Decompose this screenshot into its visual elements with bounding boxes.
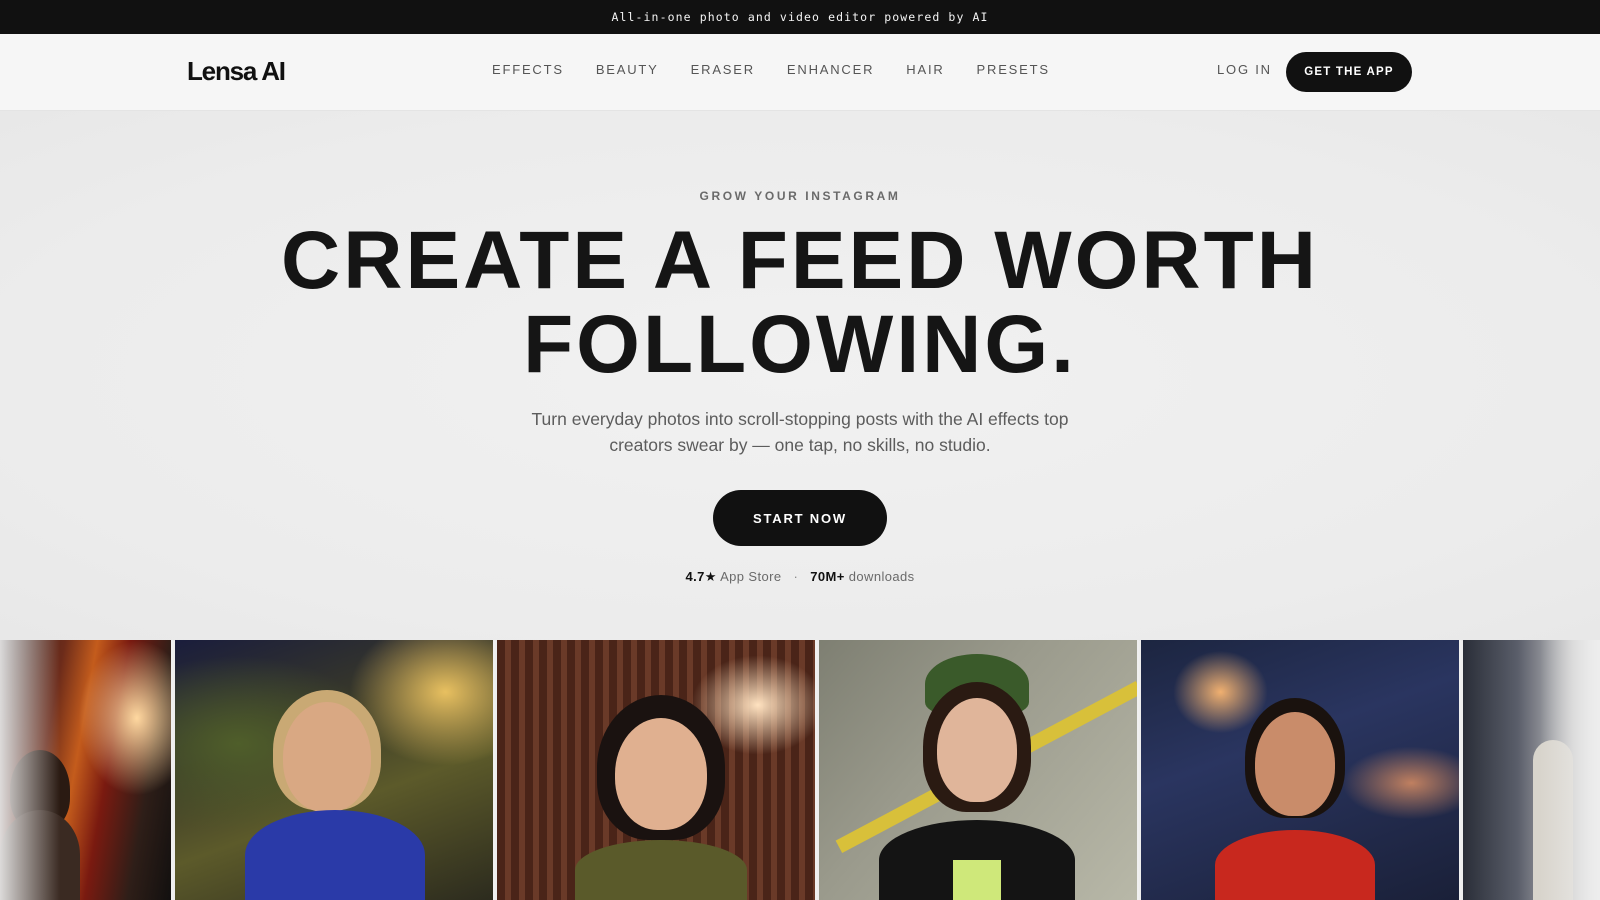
- stats-separator: ·: [793, 569, 799, 584]
- photo-subject-body: [575, 840, 747, 900]
- nav-link-eraser[interactable]: ERASER: [691, 62, 755, 77]
- rating-value: 4.7★: [685, 569, 717, 584]
- headline-line-1: CREATE A FEED WORTH: [281, 215, 1319, 306]
- navbar: Lensa AI EFFECTS BEAUTY ERASER ENHANCER …: [0, 34, 1600, 111]
- downloads-value: 70M+: [810, 569, 845, 584]
- nav-link-presets[interactable]: PRESETS: [977, 62, 1050, 77]
- hero-section: GROW YOUR INSTAGRAM CREATE A FEED WORTH …: [0, 111, 1600, 641]
- photo-subject-body: [1215, 830, 1375, 900]
- get-app-button[interactable]: GET THE APP: [1286, 52, 1412, 92]
- shirt-print: [953, 860, 1001, 900]
- photo-subject-face: [615, 718, 707, 830]
- photo-subject-face: [937, 698, 1017, 802]
- headline-line-2: FOLLOWING.: [523, 299, 1077, 390]
- gallery-photo-5: [1141, 640, 1461, 900]
- photo-subject-face: [283, 702, 371, 812]
- announcement-text: All-in-one photo and video editor powere…: [611, 10, 989, 24]
- announcement-bar: All-in-one photo and video editor powere…: [0, 0, 1600, 34]
- photo-subject-face: [1255, 712, 1335, 816]
- hero-headline: CREATE A FEED WORTH FOLLOWING.: [0, 219, 1600, 387]
- logo[interactable]: Lensa AI: [187, 56, 286, 87]
- downloads-label: downloads: [848, 569, 915, 584]
- photo-subject-body: [245, 810, 425, 900]
- nav-link-enhancer[interactable]: ENHANCER: [787, 62, 874, 77]
- hero-eyebrow: GROW YOUR INSTAGRAM: [699, 189, 901, 203]
- nav-links: EFFECTS BEAUTY ERASER ENHANCER HAIR PRES…: [492, 62, 1050, 77]
- gallery-photo-2: [175, 640, 495, 900]
- nav-link-beauty[interactable]: BEAUTY: [596, 62, 659, 77]
- nav-link-effects[interactable]: EFFECTS: [492, 62, 564, 77]
- gallery-fade-right: [1540, 640, 1600, 900]
- rating-label: App Store: [720, 569, 782, 584]
- login-link[interactable]: LOG IN: [1217, 62, 1272, 77]
- start-now-button[interactable]: START NOW: [713, 490, 887, 546]
- photo-gallery: [0, 640, 1600, 900]
- hero-stats: 4.7★ App Store · 70M+ downloads: [0, 569, 1600, 585]
- nav-link-hair[interactable]: HAIR: [906, 62, 944, 77]
- gallery-fade-left: [0, 640, 60, 900]
- gallery-photo-4: [819, 640, 1139, 900]
- hero-subtitle: Turn everyday photos into scroll-stoppin…: [531, 409, 1069, 455]
- gallery-photo-3: [497, 640, 817, 900]
